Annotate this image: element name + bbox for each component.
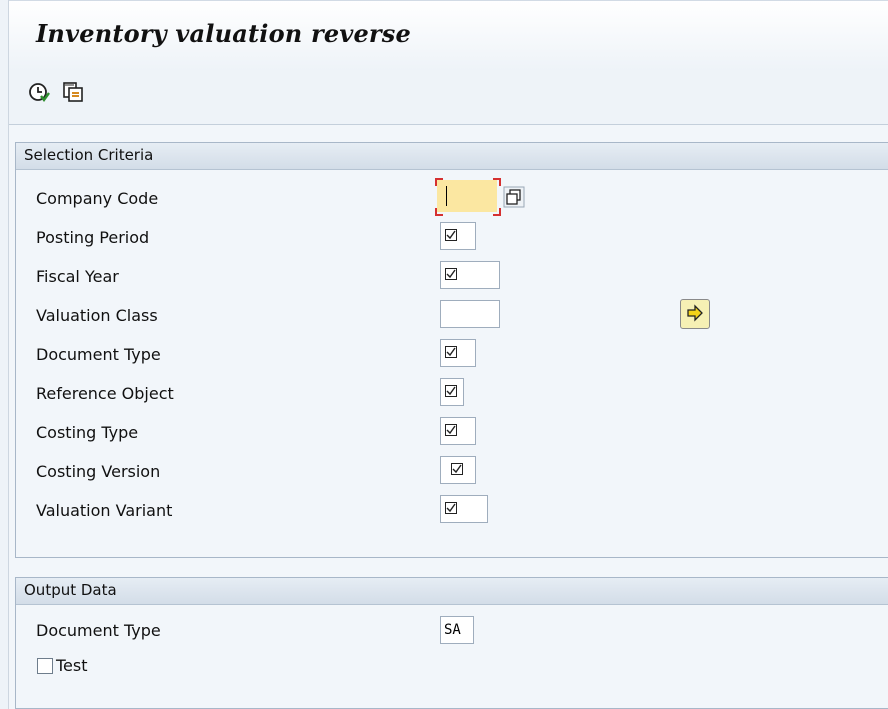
costing-version-input[interactable] bbox=[440, 456, 476, 484]
focus-corner-bl bbox=[435, 208, 443, 216]
multiple-selection-button[interactable] bbox=[680, 299, 710, 329]
window-left-edge bbox=[0, 0, 9, 709]
copy-variant-icon[interactable] bbox=[61, 80, 85, 104]
multiple-selection-icon[interactable] bbox=[503, 186, 525, 208]
valuation-class-label: Valuation Class bbox=[36, 306, 158, 325]
selection-criteria-group: Selection Criteria Company Code Posting … bbox=[15, 142, 888, 558]
required-entry-icon bbox=[451, 463, 463, 475]
fiscal-year-label: Fiscal Year bbox=[36, 267, 119, 286]
test-checkbox-label: Test bbox=[56, 656, 88, 675]
valuation-variant-label: Valuation Variant bbox=[36, 501, 173, 520]
application-toolbar bbox=[9, 70, 888, 125]
reference-object-input[interactable] bbox=[440, 378, 464, 406]
costing-type-input[interactable] bbox=[440, 417, 476, 445]
output-document-type-input[interactable]: SA bbox=[440, 616, 474, 644]
arrow-right-icon bbox=[687, 304, 703, 322]
focus-corner-br bbox=[493, 208, 501, 216]
focus-corner-tr bbox=[493, 178, 501, 186]
valuation-class-input[interactable] bbox=[440, 300, 500, 328]
required-entry-icon bbox=[445, 346, 457, 358]
focus-corner-tl bbox=[435, 178, 443, 186]
company-code-focus bbox=[435, 175, 525, 219]
required-entry-icon bbox=[445, 385, 457, 397]
selection-criteria-header: Selection Criteria bbox=[16, 143, 888, 170]
costing-type-label: Costing Type bbox=[36, 423, 139, 442]
output-document-type-label: Document Type bbox=[36, 621, 161, 640]
main-content: Selection Criteria Company Code Posting … bbox=[9, 125, 888, 709]
required-entry-icon bbox=[445, 268, 457, 280]
company-code-label: Company Code bbox=[36, 189, 159, 208]
output-data-header: Output Data bbox=[16, 578, 888, 605]
required-entry-icon bbox=[445, 502, 457, 514]
document-type-label: Document Type bbox=[36, 345, 161, 364]
test-checkbox[interactable] bbox=[37, 658, 53, 674]
required-entry-icon bbox=[445, 424, 457, 436]
output-data-group: Output Data Document Type SA Test bbox=[15, 577, 888, 709]
company-code-input[interactable] bbox=[437, 180, 497, 212]
costing-version-label: Costing Version bbox=[36, 462, 161, 481]
page-title: Inventory valuation reverse bbox=[36, 19, 411, 48]
title-bar: Inventory valuation reverse bbox=[9, 0, 888, 71]
fiscal-year-input[interactable] bbox=[440, 261, 500, 289]
posting-period-input[interactable] bbox=[440, 222, 476, 250]
posting-period-label: Posting Period bbox=[36, 228, 150, 247]
text-cursor bbox=[446, 186, 447, 206]
valuation-variant-input[interactable] bbox=[440, 495, 488, 523]
required-entry-icon bbox=[445, 229, 457, 241]
execute-clock-icon[interactable] bbox=[27, 80, 51, 104]
document-type-input[interactable] bbox=[440, 339, 476, 367]
reference-object-label: Reference Object bbox=[36, 384, 174, 403]
